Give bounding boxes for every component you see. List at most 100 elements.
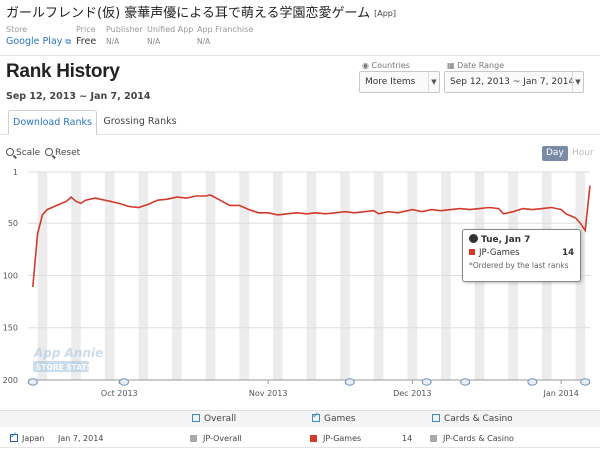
meta-unified-app-value: N/A	[147, 37, 161, 46]
meta-publisher-label: Publisher	[106, 25, 143, 34]
x-tick-label: Oct 2013	[101, 389, 138, 398]
watermark-line1: App Annie	[33, 346, 103, 360]
legend-games[interactable]: Games	[312, 411, 355, 424]
app-title: ガールフレンド(仮) 豪華声優による耳で萌える学園恋愛ゲーム [App]	[6, 2, 396, 21]
meta-publisher: Publisher N/A	[106, 25, 143, 48]
meta-franchise: App Franchise N/A	[197, 25, 253, 48]
store-link[interactable]: Google Play ⧉	[6, 35, 71, 48]
weekend-band	[172, 172, 182, 380]
x-tick-label: Dec 2013	[393, 389, 431, 398]
weekend-band	[373, 172, 384, 380]
tooltip-note: *Ordered by the last ranks	[469, 261, 569, 270]
row-date: Jan 7, 2014	[58, 434, 104, 443]
weekend-band	[306, 172, 317, 380]
date-range-select[interactable]: Sep 12, 2013 ~ Jan 7, 2014 ▼	[444, 71, 584, 93]
checkbox-overall[interactable]	[192, 414, 200, 422]
legend-cards-label: Cards & Casino	[444, 414, 513, 424]
weekend-band	[441, 172, 451, 380]
event-marker-icon[interactable]	[27, 378, 38, 386]
date-range-label-text: Date Range	[457, 61, 505, 70]
scale-label: Scale	[16, 148, 41, 158]
weekend-band	[104, 172, 115, 380]
date-range-select-value: Sep 12, 2013 ~ Jan 7, 2014	[450, 77, 575, 87]
reset-label: Reset	[55, 148, 81, 158]
meta-publisher-value: N/A	[106, 37, 120, 46]
countries-select-value: More Items	[365, 77, 416, 87]
weekend-band	[205, 172, 216, 380]
y-tick-label: 1	[13, 168, 18, 177]
country-name: Japan	[22, 434, 45, 443]
meta-franchise-value: N/A	[197, 37, 211, 46]
tooltip-series: JP-Games	[479, 248, 520, 258]
meta-store-label: Store	[6, 25, 28, 34]
reset-button[interactable]: Reset	[45, 148, 80, 158]
x-tick-label: Jan 2014	[543, 389, 579, 398]
app-annie-watermark: App Annie STORE STATS	[33, 346, 103, 372]
meta-price: Price Free	[76, 25, 96, 48]
legend-overall[interactable]: Overall	[192, 414, 236, 424]
chevron-down-icon: ▼	[428, 72, 439, 92]
games-swatch	[310, 435, 317, 442]
countries-label-text: Countries	[371, 61, 410, 70]
legend-overall-label: Overall	[204, 414, 237, 424]
event-marker-icon[interactable]	[460, 378, 471, 386]
series-color-swatch	[469, 249, 475, 255]
event-marker-icon[interactable]	[421, 378, 432, 386]
chart-tooltip: Tue, Jan 7 JP-Games 14 *Ordered by the l…	[462, 229, 581, 282]
calendar-icon: ▦	[447, 61, 455, 70]
external-link-icon: ⧉	[65, 37, 72, 46]
countries-label: ◉ Countries	[362, 61, 410, 70]
tooltip-header: Tue, Jan 7	[469, 234, 574, 245]
legend-cards-casino[interactable]: Cards & Casino	[432, 414, 513, 424]
cards-swatch	[430, 435, 437, 442]
checkbox-cards-casino[interactable]	[432, 414, 440, 422]
country-cell[interactable]: Japan	[10, 431, 45, 443]
scale-button[interactable]: Scale	[6, 148, 40, 158]
day-toggle[interactable]: Day	[542, 146, 568, 161]
x-tick-label: Nov 2013	[249, 389, 288, 398]
date-range-label: ▦ Date Range	[447, 61, 504, 70]
page-date-range: Sep 12, 2013 ~ Jan 7, 2014	[6, 91, 151, 102]
checkbox-games[interactable]	[312, 411, 320, 422]
meta-unified-app-label: Unified App	[147, 25, 194, 34]
tooltip-date: Tue, Jan 7	[481, 235, 531, 245]
overall-swatch	[190, 435, 197, 442]
event-marker-icon[interactable]	[119, 378, 130, 386]
x-axis: Oct 2013 Nov 2013 Dec 2013 Jan 2014	[101, 380, 579, 398]
event-marker-icon[interactable]	[580, 378, 591, 386]
meta-unified-app: Unified App N/A	[147, 25, 193, 48]
page-title: Rank History	[6, 61, 120, 82]
meta-franchise-label: App Franchise	[197, 25, 254, 34]
header-divider	[0, 55, 600, 56]
zoom-reset-icon	[45, 148, 53, 156]
weekend-band	[407, 172, 418, 380]
overall-label: JP-Overall	[203, 434, 242, 443]
weekend-band	[239, 172, 249, 380]
event-marker-icon[interactable]	[527, 378, 538, 386]
overall-cell: JP-Overall	[190, 434, 242, 443]
cards-label: JP-Cards & Casino	[443, 434, 514, 443]
table-row: Japan Jan 7, 2014 JP-Overall JP-Games 14…	[0, 430, 600, 448]
store-link-label[interactable]: Google Play	[6, 36, 62, 47]
y-tick-label: 150	[3, 324, 18, 333]
app-name: ガールフレンド(仮) 豪華声優による耳で萌える学園恋愛ゲーム	[6, 6, 371, 21]
meta-price-value: Free	[76, 36, 97, 47]
hour-toggle[interactable]: Hour	[568, 146, 598, 161]
checkbox-japan[interactable]	[10, 431, 18, 442]
chevron-down-icon: ▼	[572, 72, 583, 92]
y-tick-label: 100	[3, 271, 18, 280]
event-marker-icon[interactable]	[344, 378, 355, 386]
weekend-band	[138, 172, 149, 380]
countries-select[interactable]: More Items ▼	[359, 71, 440, 93]
weekend-band	[340, 172, 350, 380]
tab-grossing-ranks[interactable]: Grossing Ranks	[97, 110, 183, 135]
weekend-band	[272, 172, 283, 380]
zoom-icon	[6, 148, 14, 156]
globe-icon: ◉	[362, 61, 369, 70]
globe-icon	[469, 234, 478, 243]
y-tick-label: 50	[8, 219, 18, 228]
tab-download-ranks[interactable]: Download Ranks	[8, 110, 97, 135]
y-axis: 150100150200	[3, 168, 18, 385]
meta-price-label: Price	[76, 25, 96, 34]
y-tick-label: 200	[3, 376, 18, 385]
